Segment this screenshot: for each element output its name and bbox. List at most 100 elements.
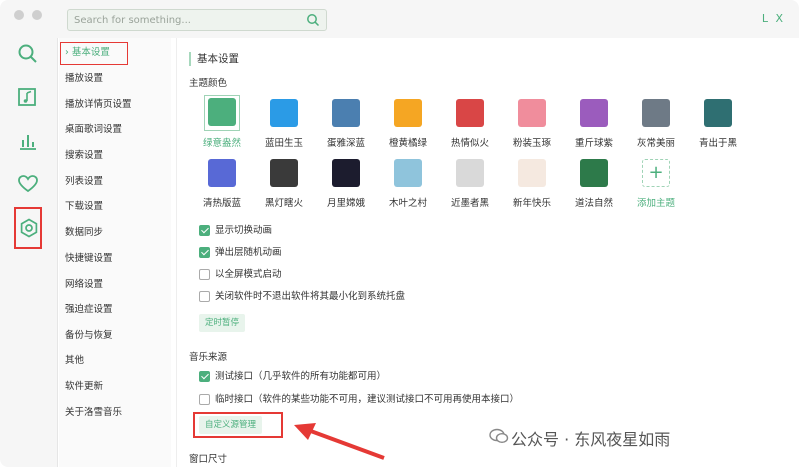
nav-item-playback[interactable]: 播放设置 xyxy=(65,68,103,90)
theme-name: 新年快乐 xyxy=(512,198,551,209)
chart-icon[interactable] xyxy=(17,130,39,152)
theme-selected-frame xyxy=(204,95,240,131)
theme-color-label: 主题颜色 xyxy=(189,78,228,89)
theme-option[interactable]: 黑灯瞎火 xyxy=(254,159,314,209)
theme-option[interactable]: 新年快乐 xyxy=(502,159,562,209)
theme-name: 近墨者黑 xyxy=(450,198,489,209)
theme-option[interactable]: 近墨者黑 xyxy=(440,159,500,209)
app-window: L X › 基本设置 xyxy=(0,0,799,467)
theme-option[interactable]: 青出于黑 xyxy=(688,99,748,149)
title-bar: L X xyxy=(0,0,799,38)
nav-item-download[interactable]: 下载设置 xyxy=(65,196,103,218)
theme-option[interactable]: 灰常美丽 xyxy=(626,99,686,149)
theme-swatch xyxy=(394,99,422,127)
nav-item-ocd[interactable]: 强迫症设置 xyxy=(65,299,113,321)
theme-swatch xyxy=(208,159,236,187)
theme-swatch xyxy=(456,99,484,127)
nav-item-about[interactable]: 关于洛雪音乐 xyxy=(65,402,122,424)
watermark: 公众号 · 东风夜星如雨 xyxy=(511,430,671,449)
theme-swatch xyxy=(270,99,298,127)
theme-swatch xyxy=(332,99,360,127)
timer-pause-button[interactable]: 定时暂停 xyxy=(199,314,246,332)
theme-name: 粉装玉琢 xyxy=(512,138,551,149)
theme-name: 道法自然 xyxy=(574,198,613,209)
nav-item-network[interactable]: 网络设置 xyxy=(65,274,103,296)
theme-option[interactable]: 热情似火 xyxy=(440,99,500,149)
theme-option[interactable]: 木叶之村 xyxy=(378,159,438,209)
theme-name: 清热版蓝 xyxy=(202,198,241,209)
theme-option[interactable]: 粉装玉琢 xyxy=(502,99,562,149)
checkbox[interactable] xyxy=(199,247,210,258)
window-minimize-dot[interactable] xyxy=(32,10,42,20)
theme-option[interactable]: 月里嫦娥 xyxy=(316,159,376,209)
theme-swatch xyxy=(270,159,298,187)
theme-option[interactable]: 绿意盎然 xyxy=(192,95,252,149)
search-box[interactable] xyxy=(67,9,327,31)
checkbox[interactable] xyxy=(199,371,210,382)
checkbox[interactable] xyxy=(199,225,210,236)
window-close-dot[interactable] xyxy=(14,10,24,20)
music-library-icon[interactable] xyxy=(17,86,39,108)
heart-icon[interactable] xyxy=(17,173,39,195)
theme-name: 绿意盎然 xyxy=(202,138,241,149)
user-initials[interactable]: L X xyxy=(762,12,785,25)
theme-name: 添加主题 xyxy=(636,198,675,209)
theme-name: 木叶之村 xyxy=(388,198,427,209)
check-label: 弹出层随机动画 xyxy=(215,247,282,258)
settings-nav: › 基本设置 播放设置 播放详情页设置 桌面歌词设置 搜索设置 列表设置 下载设… xyxy=(59,38,171,467)
theme-swatch xyxy=(456,159,484,187)
settings-content: 基本设置 主题颜色 绿意盎然 蓝田生玉 蛋雅深蓝 橙黄橘绿 热情似火 粉装玉琢 重斤球紫 灰常… xyxy=(176,38,799,467)
check-label: 测试接口（几乎软件的所有功能都可用） xyxy=(215,371,387,382)
theme-name: 灰常美丽 xyxy=(636,138,675,149)
add-theme-button[interactable]: + 添加主题 xyxy=(626,159,686,209)
nav-item-backup[interactable]: 备份与恢复 xyxy=(65,325,113,347)
check-label: 显示切换动画 xyxy=(215,225,273,236)
theme-name: 青出于黑 xyxy=(698,138,737,149)
theme-option[interactable]: 清热版蓝 xyxy=(192,159,252,209)
theme-swatch xyxy=(332,159,360,187)
plus-icon: + xyxy=(642,159,670,187)
nav-item-play-detail[interactable]: 播放详情页设置 xyxy=(65,94,132,116)
search-icon[interactable] xyxy=(306,13,320,27)
nav-item-hotkeys[interactable]: 快捷键设置 xyxy=(65,248,113,270)
search-icon[interactable] xyxy=(17,43,39,65)
nav-item-desktop-lyrics[interactable]: 桌面歌词设置 xyxy=(65,119,122,141)
checkbox[interactable] xyxy=(199,291,210,302)
icon-rail xyxy=(0,38,58,467)
nav-item-update[interactable]: 软件更新 xyxy=(65,376,103,398)
checkbox[interactable] xyxy=(199,269,210,280)
theme-swatch xyxy=(642,99,670,127)
check-label: 临时接口（软件的某些功能不可用，建议测试接口不可用再使用本接口） xyxy=(215,394,520,405)
nav-item-sync[interactable]: 数据同步 xyxy=(65,222,103,244)
window-size-label: 窗口尺寸 xyxy=(189,454,228,465)
annotation-arrow-icon xyxy=(294,423,385,460)
theme-name: 蓝田生玉 xyxy=(264,138,303,149)
theme-swatch xyxy=(580,159,608,187)
nav-item-label: 基本设置 xyxy=(71,47,110,58)
check-label: 关闭软件时不退出软件将其最小化到系统托盘 xyxy=(215,291,406,302)
checkbox[interactable] xyxy=(199,394,210,405)
nav-item-list[interactable]: 列表设置 xyxy=(65,171,103,193)
theme-option[interactable]: 橙黄橘绿 xyxy=(378,99,438,149)
theme-name: 月里嫦娥 xyxy=(326,198,365,209)
check-label: 以全屏模式启动 xyxy=(215,269,282,280)
nav-item-search[interactable]: 搜索设置 xyxy=(65,145,103,167)
theme-swatch xyxy=(394,159,422,187)
search-input[interactable] xyxy=(74,13,294,28)
theme-option[interactable]: 蛋雅深蓝 xyxy=(316,99,376,149)
section-title: 基本设置 xyxy=(189,52,239,66)
settings-icon xyxy=(20,218,38,238)
nav-item-other[interactable]: 其他 xyxy=(65,350,84,372)
theme-name: 重斤球紫 xyxy=(574,138,613,149)
theme-option[interactable]: 道法自然 xyxy=(564,159,624,209)
theme-swatch xyxy=(518,159,546,187)
nav-active-chevron: › xyxy=(65,47,69,58)
theme-name: 热情似火 xyxy=(450,138,489,149)
theme-option[interactable]: 蓝田生玉 xyxy=(254,99,314,149)
nav-item-basic-settings[interactable]: › 基本设置 xyxy=(60,42,128,65)
custom-source-button[interactable]: 自定义源管理 xyxy=(199,416,263,434)
theme-swatch xyxy=(704,99,732,127)
theme-name: 橙黄橘绿 xyxy=(388,138,427,149)
theme-option[interactable]: 重斤球紫 xyxy=(564,99,624,149)
settings-rail-button[interactable] xyxy=(14,207,42,249)
